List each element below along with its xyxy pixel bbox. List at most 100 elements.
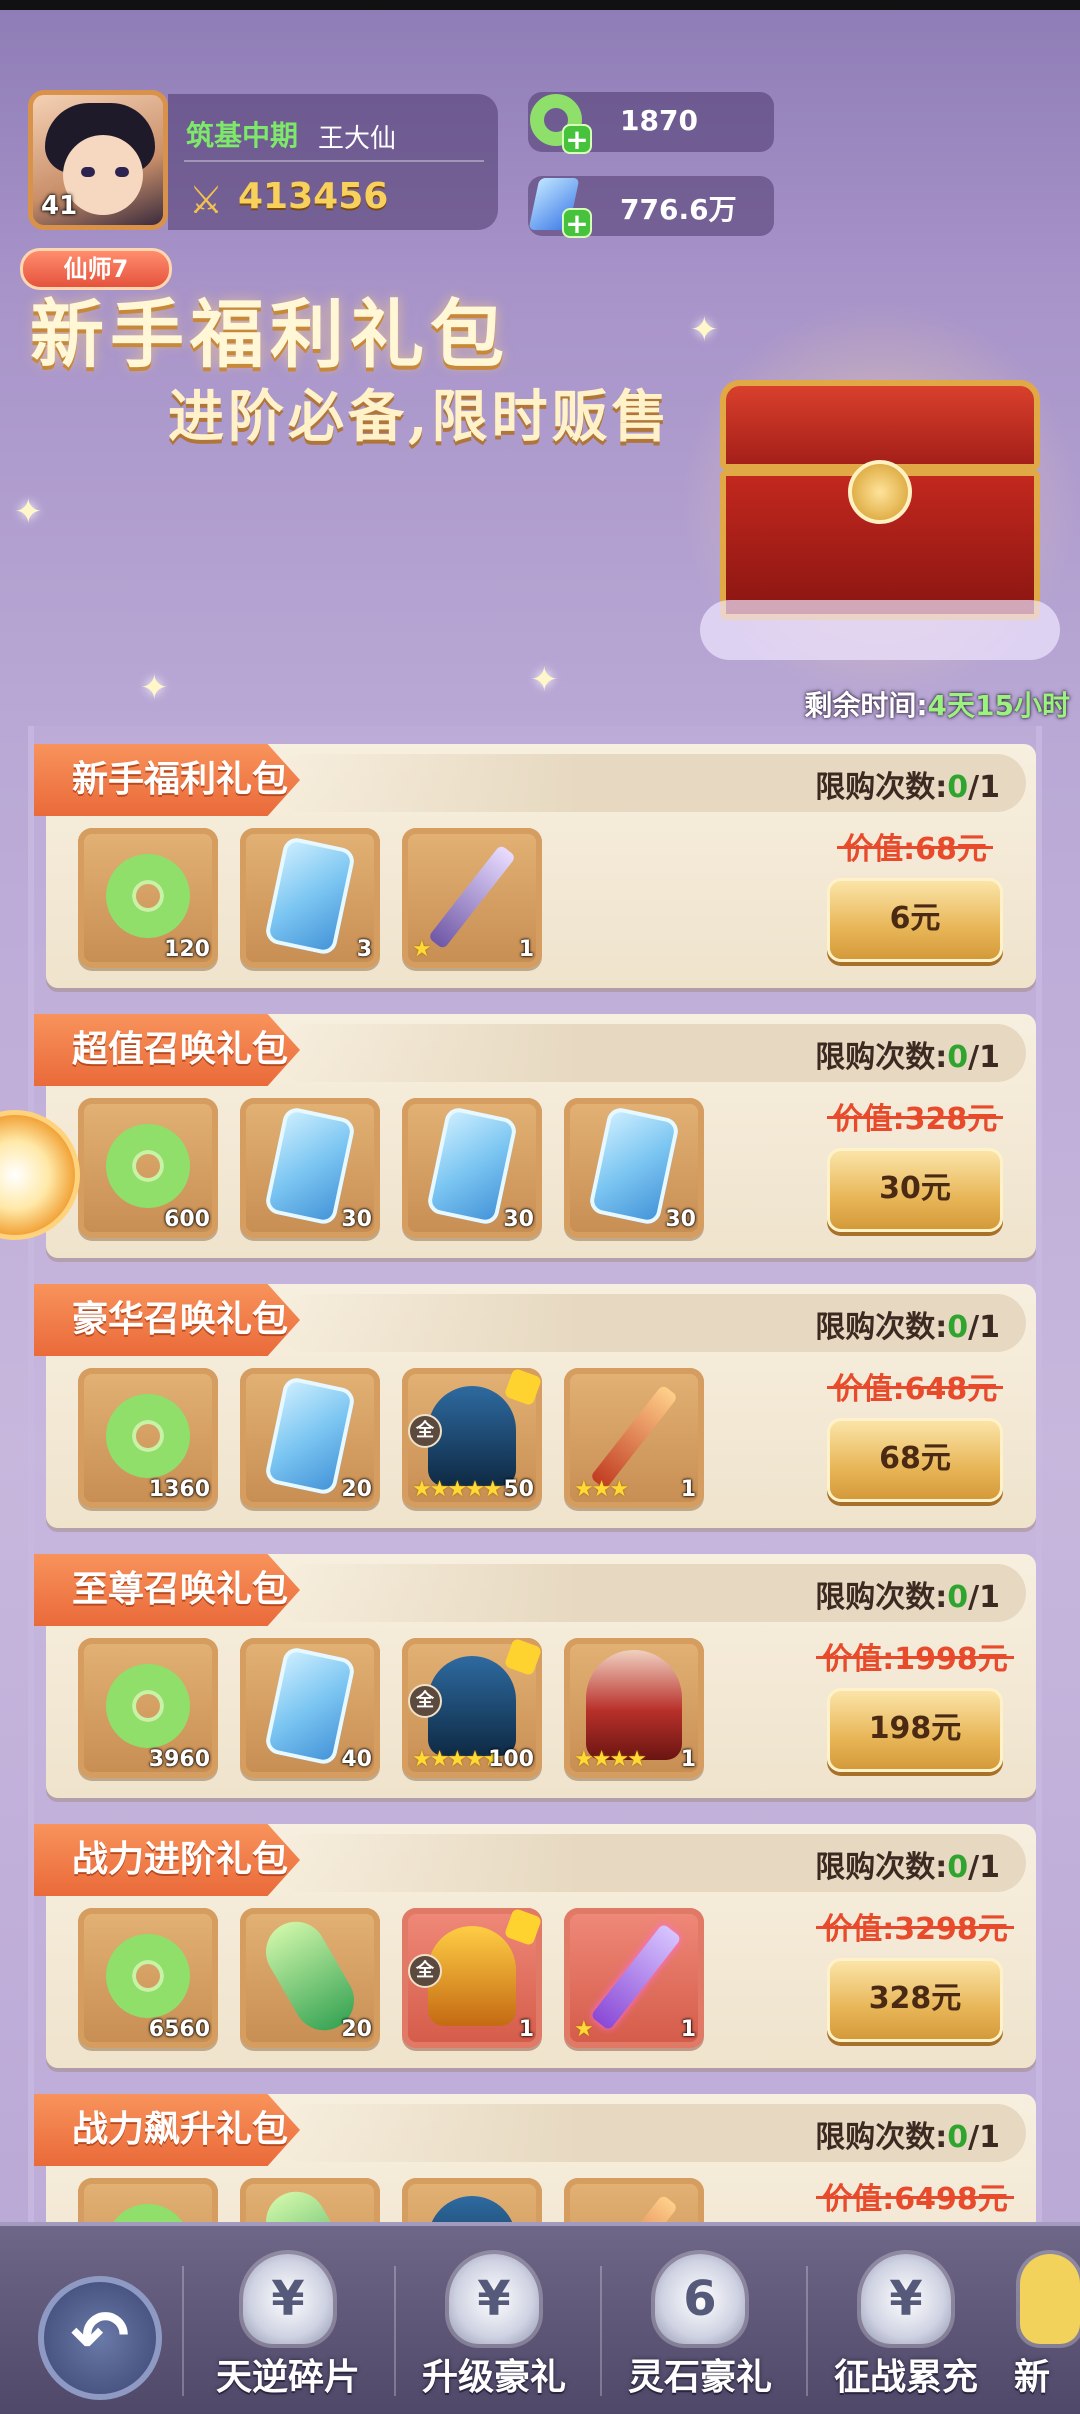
gift-pack-card: 新手福利礼包 限购次数:0/1 120 3 ★ 1 价值:68元 6元 <box>34 744 1036 988</box>
gift-pack-card: 豪华召唤礼包 限购次数:0/1 1360 20 全 ★★★★★ 50 ★★★ 1 价值:64… <box>34 1284 1036 1528</box>
reward-item-hero[interactable]: ★★★★ 1 <box>564 1638 704 1778</box>
status-bar <box>0 0 1080 10</box>
divider <box>184 160 484 162</box>
treasure-chest-image <box>680 300 1080 700</box>
bottom-nav: ↶ ¥ 天逆碎片 ¥ 升级豪礼 6 灵石豪礼 ¥ 征战累充 新 <box>0 2222 1080 2414</box>
nav-label: 征战累充 <box>833 2357 978 2398</box>
crossed-swords-icon: ⚔ <box>188 178 224 222</box>
sparkle-icon: ✦ <box>530 660 559 700</box>
nav-item-spirit-stone-gift[interactable]: 6 灵石豪礼 <box>600 2242 800 2412</box>
item-quantity: 1 <box>518 937 534 962</box>
cultivation-realm: 筑基中期 <box>186 119 299 152</box>
banner-title: 新手福利礼包 <box>30 292 510 378</box>
reward-item-jade[interactable]: 3960 <box>78 1638 218 1778</box>
star-rating: ★★★★★ <box>412 1477 503 1502</box>
limit-label: 限购次数: <box>815 1580 948 1615</box>
buy-button[interactable]: 198元 <box>827 1688 1003 1772</box>
gift-pack-card: 战力进阶礼包 限购次数:0/1 6560 20 全 1 ★ 1 价值:3298元 328元 <box>34 1824 1036 2068</box>
six-icon: 6 <box>655 2254 745 2344</box>
price-block: 价值:3298元 328元 <box>816 1904 1014 2054</box>
item-quantity: 1 <box>680 1747 696 1772</box>
sparkle-icon: ✦ <box>140 668 169 708</box>
name-panel: 筑基中期 王大仙 ⚔ 413456 <box>168 94 498 230</box>
reward-item-jade[interactable]: 600 <box>78 1098 218 1238</box>
item-quantity: 20 <box>341 1477 372 1502</box>
item-quantity: 1 <box>518 2017 534 2042</box>
star-rating: ★ <box>412 937 432 962</box>
buy-button[interactable]: 30元 <box>827 1148 1003 1232</box>
sparkle-icon: ✦ <box>14 492 43 532</box>
currency-spirit-stone[interactable]: + 776.6万 <box>528 176 774 238</box>
buy-button[interactable]: 328元 <box>827 1958 1003 2042</box>
buy-button[interactable]: 6元 <box>827 878 1003 962</box>
reward-item-scroll[interactable]: 30 <box>402 1098 542 1238</box>
money-bag-icon: ¥ <box>861 2254 951 2344</box>
back-arrow-icon[interactable]: ↶ <box>38 2276 162 2400</box>
jade-icon <box>106 1394 190 1478</box>
nav-item-tianni-fragment[interactable]: ¥ 天逆碎片 <box>188 2242 388 2412</box>
reward-item-sword-purple[interactable]: ★ 1 <box>564 1908 704 2048</box>
original-value: 价值:1998元 <box>816 1634 1014 1678</box>
reward-item-jade[interactable]: 1360 <box>78 1368 218 1508</box>
add-jade-button[interactable]: + <box>562 124 592 154</box>
reward-item-fragment-gold[interactable]: 全1 <box>402 1907 543 2048</box>
all-tag: 全 <box>408 1954 442 1988</box>
limit-count: 0 <box>947 1580 969 1615</box>
sword-red-icon <box>589 1384 679 1490</box>
purchase-limit: 限购次数:0/1 <box>815 1302 1000 1346</box>
reward-item-jade[interactable]: 6560 <box>78 1908 218 2048</box>
price-block: 价值:328元 30元 <box>820 1094 1010 1244</box>
item-quantity: 3960 <box>148 1747 210 1772</box>
reward-item-jade[interactable] <box>78 2178 218 2226</box>
item-quantity: 3 <box>356 937 372 962</box>
reward-item-scroll[interactable]: 30 <box>240 1098 380 1238</box>
reward-item-fragment[interactable] <box>402 2178 542 2226</box>
reward-item-scroll[interactable]: 40 <box>240 1638 380 1778</box>
leaf-icon <box>255 2180 365 2226</box>
sparkle-icon: ✦ <box>690 310 719 350</box>
all-tag: 全 <box>408 1414 442 1448</box>
jade-icon <box>106 1664 190 1748</box>
star-rating: ★ <box>574 2017 594 2042</box>
puzzle-piece-icon <box>503 1637 543 1677</box>
buy-button[interactable]: 68元 <box>827 1418 1003 1502</box>
reward-item-scroll[interactable]: 30 <box>564 1098 704 1238</box>
nav-label: 升级豪礼 <box>421 2357 566 2398</box>
partial-icon <box>1020 2254 1080 2344</box>
reward-item-jade[interactable]: 120 <box>78 828 218 968</box>
item-quantity: 100 <box>488 1747 534 1772</box>
gift-pack-card: 战力飙升礼包 限购次数:0/1 价值:6498元 <box>34 2094 1036 2226</box>
nav-item-battle-recharge[interactable]: ¥ 征战累充 <box>806 2242 1006 2412</box>
reward-item-sword-red[interactable] <box>564 2178 704 2226</box>
player-profile[interactable]: 41 筑基中期 王大仙 ⚔ 413456 <box>28 90 498 235</box>
gift-pack-card: 至尊召唤礼包 限购次数:0/1 3960 40 全 ★★★★★ 100 ★★★★ 1 价值:… <box>34 1554 1036 1798</box>
reward-item-fragment[interactable]: 全 ★★★★★ 100 <box>402 1637 543 1778</box>
reward-item-scroll[interactable]: 20 <box>240 1368 380 1508</box>
reward-item-leaf[interactable] <box>240 2178 380 2226</box>
nav-item-new-partial[interactable]: 新 <box>1010 2242 1080 2412</box>
nav-item-upgrade-gift[interactable]: ¥ 升级豪礼 <box>394 2242 594 2412</box>
limit-count: 0 <box>947 1850 969 1885</box>
item-quantity: 6560 <box>148 2017 210 2042</box>
item-quantity: 30 <box>503 1207 534 1232</box>
reward-item-scroll[interactable]: 3 <box>240 828 380 968</box>
limit-total: /1 <box>968 2120 1000 2155</box>
purchase-limit: 限购次数:0/1 <box>815 1842 1000 1886</box>
avatar[interactable]: 41 <box>28 90 168 230</box>
currency-jade[interactable]: + 1870 <box>528 92 774 154</box>
jade-amount: 1870 <box>620 104 698 137</box>
reward-item-sword[interactable]: ★ 1 <box>402 828 542 968</box>
reward-item-sword-red[interactable]: ★★★ 1 <box>564 1368 704 1508</box>
timer-label: 剩余时间: <box>804 689 928 722</box>
item-quantity: 120 <box>164 937 210 962</box>
gift-pack-list[interactable]: 新手福利礼包 限购次数:0/1 120 3 ★ 1 价值:68元 6元 超值召唤礼包 … <box>28 726 1042 2226</box>
nav-divider <box>182 2266 184 2396</box>
pack-title: 豪华召唤礼包 <box>34 1284 300 1356</box>
reward-item-leaf[interactable]: 20 <box>240 1908 380 2048</box>
player-level: 41 <box>41 191 78 221</box>
original-value: 价值:68元 <box>837 824 993 868</box>
gift-pack-card: 超值召唤礼包 限购次数:0/1 600 30 30 30 价值:328元 30元 <box>34 1014 1036 1258</box>
item-quantity: 30 <box>341 1207 372 1232</box>
reward-item-fragment[interactable]: 全 ★★★★★ 50 <box>402 1367 543 1508</box>
add-spirit-stone-button[interactable]: + <box>562 208 592 238</box>
